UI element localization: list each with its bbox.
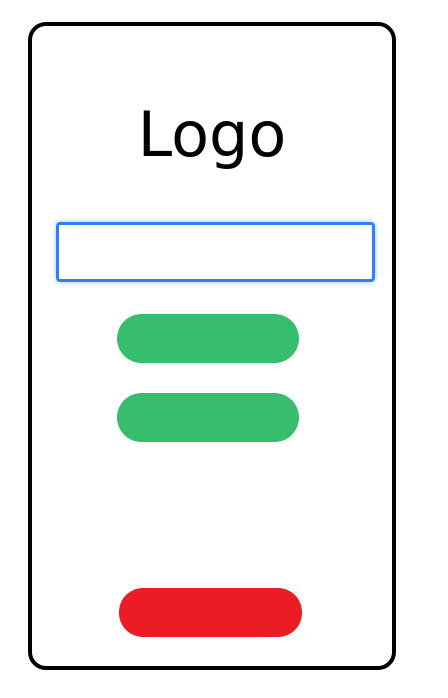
logo: Logo <box>137 98 287 171</box>
red-action-button[interactable] <box>119 588 302 637</box>
primary-green-button[interactable] <box>117 314 299 363</box>
secondary-green-button[interactable] <box>117 393 299 442</box>
text-input[interactable] <box>56 222 375 282</box>
